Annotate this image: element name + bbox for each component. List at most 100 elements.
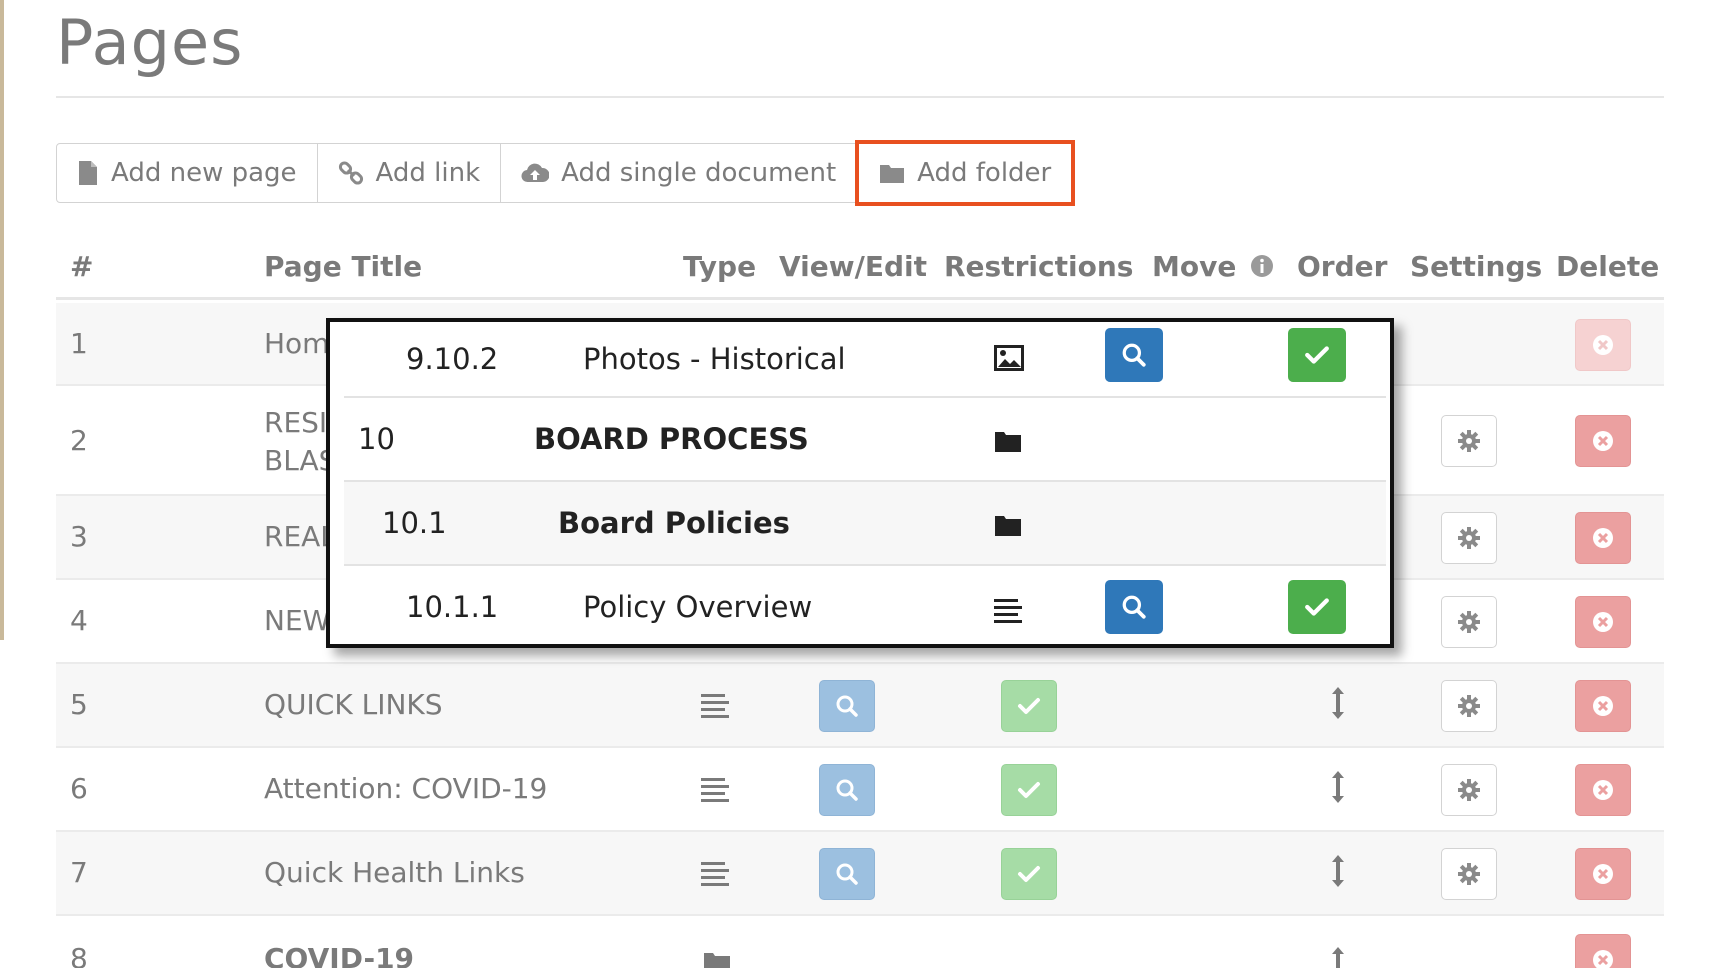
link-icon bbox=[338, 160, 364, 186]
page-type-icon bbox=[701, 860, 731, 893]
delete-button[interactable] bbox=[1575, 415, 1631, 467]
image-icon bbox=[994, 344, 1024, 378]
callout-row-title[interactable]: Photos - Historical bbox=[583, 342, 846, 376]
row-title[interactable]: Attention: COVID-19 bbox=[264, 772, 547, 805]
delete-icon bbox=[1593, 612, 1613, 632]
search-icon bbox=[836, 863, 858, 885]
delete-button[interactable] bbox=[1575, 512, 1631, 564]
col-type: Type bbox=[683, 250, 757, 283]
order-handle[interactable] bbox=[1330, 854, 1346, 895]
order-handle[interactable] bbox=[1330, 686, 1346, 727]
delete-button[interactable] bbox=[1575, 319, 1631, 371]
table-row: 7 Quick Health Links bbox=[56, 832, 1664, 916]
add-new-page-button[interactable]: Add new page bbox=[57, 144, 318, 202]
col-page-title: Page Title bbox=[264, 250, 423, 283]
check-icon bbox=[1018, 866, 1040, 882]
settings-button[interactable] bbox=[1441, 512, 1497, 564]
callout-row-number: 10 bbox=[358, 422, 395, 456]
add-toolbar: Add new page Add link Add single documen… bbox=[56, 140, 1076, 206]
gear-icon bbox=[1458, 863, 1480, 885]
info-icon[interactable] bbox=[1250, 252, 1274, 285]
delete-button[interactable] bbox=[1575, 848, 1631, 900]
callout-row-title[interactable]: Policy Overview bbox=[583, 590, 812, 624]
row-title[interactable]: Hom bbox=[264, 327, 329, 360]
add-folder-button[interactable]: Add folder bbox=[855, 140, 1076, 206]
callout-row-title[interactable]: BOARD PROCESS bbox=[534, 422, 809, 456]
text-lines-icon bbox=[994, 596, 1024, 630]
col-view-edit: View/Edit bbox=[779, 250, 928, 283]
callout-row-title[interactable]: Board Policies bbox=[558, 506, 790, 540]
settings-button[interactable] bbox=[1441, 596, 1497, 648]
settings-button[interactable] bbox=[1441, 415, 1497, 467]
callout-row: 10 BOARD PROCESS bbox=[344, 398, 1386, 482]
add-link-button[interactable]: Add link bbox=[318, 144, 502, 202]
search-icon bbox=[1122, 343, 1146, 367]
file-icon bbox=[77, 160, 99, 186]
delete-button[interactable] bbox=[1575, 934, 1631, 968]
restrictions-button[interactable] bbox=[1001, 680, 1057, 732]
arrows-vertical-icon bbox=[1332, 687, 1344, 719]
arrows-vertical-icon bbox=[1332, 771, 1344, 803]
col-move: Move bbox=[1152, 250, 1274, 285]
callout-row-number: 10.1.1 bbox=[406, 590, 499, 624]
settings-button[interactable] bbox=[1441, 848, 1497, 900]
callout-row: 10.1.1 Policy Overview bbox=[344, 566, 1386, 644]
settings-button[interactable] bbox=[1441, 764, 1497, 816]
add-single-document-label: Add single document bbox=[561, 158, 837, 188]
col-move-label: Move bbox=[1152, 250, 1237, 283]
page-type-icon bbox=[701, 692, 731, 725]
restrictions-button[interactable] bbox=[1288, 580, 1346, 634]
table-row: 5 QUICK LINKS bbox=[56, 664, 1664, 748]
row-number: 7 bbox=[70, 856, 88, 889]
page-title: Pages bbox=[56, 6, 244, 79]
folder-icon bbox=[879, 162, 905, 184]
arrows-vertical-icon bbox=[1332, 947, 1344, 968]
restrictions-button[interactable] bbox=[1288, 328, 1346, 382]
row-title-line1[interactable]: RESI bbox=[264, 406, 327, 439]
view-edit-button[interactable] bbox=[819, 680, 875, 732]
settings-button[interactable] bbox=[1441, 680, 1497, 732]
delete-icon bbox=[1593, 335, 1613, 355]
row-number: 3 bbox=[70, 520, 88, 553]
restrictions-button[interactable] bbox=[1001, 848, 1057, 900]
delete-icon bbox=[1593, 780, 1613, 800]
delete-button[interactable] bbox=[1575, 680, 1631, 732]
restrictions-button[interactable] bbox=[1001, 764, 1057, 816]
gear-icon bbox=[1458, 527, 1480, 549]
row-number: 2 bbox=[70, 424, 88, 457]
table-header: # Page Title Type View/Edit Restrictions… bbox=[56, 240, 1664, 300]
table-row: 8 COVID-19 bbox=[56, 916, 1664, 968]
row-title[interactable]: Quick Health Links bbox=[264, 856, 525, 889]
zoom-callout: 9.10.2 Photos - Historical 10 BOARD PROC… bbox=[326, 318, 1394, 648]
folder-type-icon bbox=[703, 948, 731, 968]
check-icon bbox=[1018, 698, 1040, 714]
order-handle[interactable] bbox=[1330, 770, 1346, 811]
check-icon bbox=[1305, 598, 1329, 616]
row-number: 5 bbox=[70, 688, 88, 721]
view-edit-button[interactable] bbox=[819, 764, 875, 816]
row-title[interactable]: NEW bbox=[264, 604, 330, 637]
delete-button[interactable] bbox=[1575, 764, 1631, 816]
page-type-icon bbox=[701, 776, 731, 809]
arrows-vertical-icon bbox=[1332, 855, 1344, 887]
search-icon bbox=[836, 695, 858, 717]
delete-icon bbox=[1593, 696, 1613, 716]
cloud-upload-icon bbox=[521, 162, 550, 184]
order-handle[interactable] bbox=[1330, 946, 1346, 968]
view-edit-button[interactable] bbox=[1105, 580, 1163, 634]
col-order: Order bbox=[1297, 250, 1388, 283]
gear-icon bbox=[1458, 611, 1480, 633]
title-divider bbox=[56, 96, 1664, 98]
row-title[interactable]: QUICK LINKS bbox=[264, 688, 443, 721]
view-edit-button[interactable] bbox=[1105, 328, 1163, 382]
add-folder-label: Add folder bbox=[917, 158, 1052, 188]
check-icon bbox=[1305, 346, 1329, 364]
row-title[interactable]: COVID-19 bbox=[264, 942, 414, 968]
add-link-label: Add link bbox=[375, 158, 481, 188]
folder-icon bbox=[994, 426, 1022, 460]
delete-button[interactable] bbox=[1575, 596, 1631, 648]
window-edge bbox=[0, 0, 4, 640]
row-number: 6 bbox=[70, 772, 88, 805]
add-single-document-button[interactable]: Add single document bbox=[501, 144, 858, 202]
view-edit-button[interactable] bbox=[819, 848, 875, 900]
